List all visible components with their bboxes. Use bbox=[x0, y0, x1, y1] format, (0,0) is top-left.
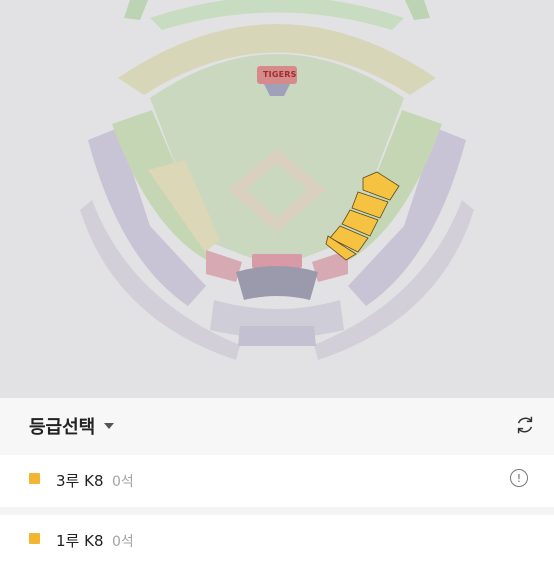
champion-section bbox=[252, 254, 302, 268]
seat-map[interactable]: TIGERS bbox=[0, 0, 554, 398]
info-icon[interactable]: ! bbox=[510, 469, 528, 487]
grade-seat-count: 0석 bbox=[112, 474, 134, 490]
grade-color-swatch bbox=[29, 533, 40, 544]
central-table-section bbox=[236, 266, 318, 300]
grade-panel-header: 등급선택 bbox=[0, 398, 554, 454]
grade-name: 3루 K8 bbox=[56, 472, 104, 490]
logo-text: TIGERS bbox=[263, 70, 297, 79]
grade-select-title: 등급선택 bbox=[29, 417, 96, 438]
home-box-seats bbox=[238, 326, 316, 346]
grade-seat-count: 0석 bbox=[112, 534, 134, 550]
grade-color-swatch bbox=[29, 473, 40, 484]
grade-row-3b-k8[interactable]: 3루 K8 0석 ! bbox=[0, 455, 554, 507]
grade-select-dropdown[interactable]: 등급선택 bbox=[29, 411, 115, 441]
grade-name: 1루 K8 bbox=[56, 532, 104, 550]
refresh-button[interactable] bbox=[512, 412, 538, 438]
caret-down-icon bbox=[104, 423, 115, 429]
refresh-icon bbox=[517, 416, 533, 434]
section-k3-left bbox=[206, 250, 242, 282]
stadium-diagram[interactable] bbox=[0, 0, 554, 398]
grade-row-1b-k8[interactable]: 1루 K8 0석 bbox=[0, 515, 554, 567]
